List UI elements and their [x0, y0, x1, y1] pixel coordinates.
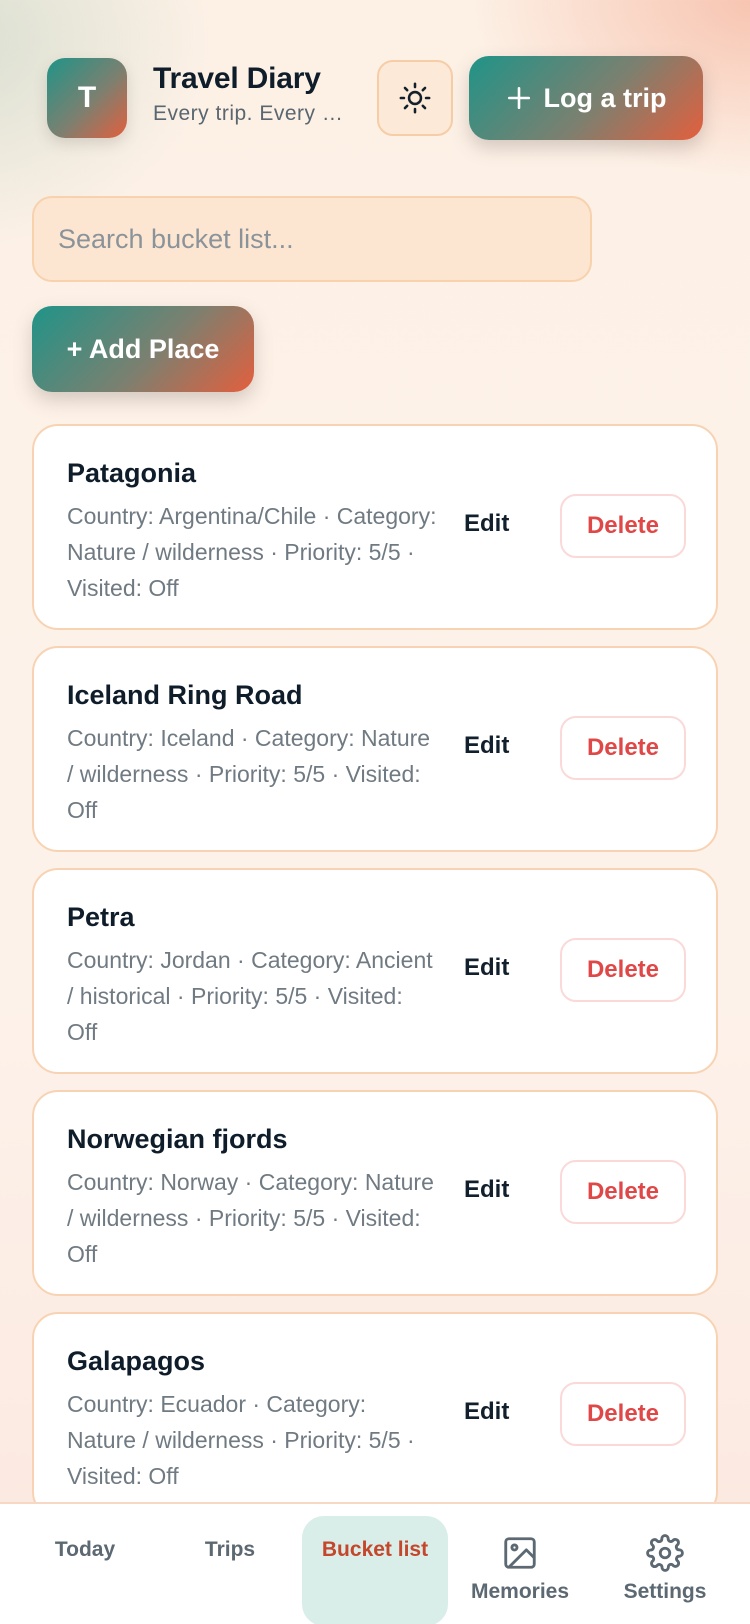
search-input[interactable]: [32, 196, 592, 282]
tab-bucket-list[interactable]: Bucket list: [302, 1516, 448, 1624]
place-meta: Country: Ecuador · Category: Nature / wi…: [67, 1391, 415, 1489]
log-trip-label: Log a trip: [543, 82, 667, 113]
place-meta: Country: Argentina/Chile · Category: Nat…: [67, 503, 437, 601]
delete-button[interactable]: Delete: [560, 494, 686, 558]
plus-icon: [507, 86, 530, 110]
place-name: Norwegian fjords: [67, 1124, 288, 1154]
list-item: Patagonia Country: Argentina/Chile · Cat…: [32, 424, 718, 630]
tab-trips[interactable]: Trips: [157, 1516, 303, 1624]
tab-settings-label: Settings: [623, 1580, 707, 1603]
edit-button[interactable]: Edit: [464, 732, 509, 760]
delete-button[interactable]: Delete: [560, 1382, 686, 1446]
bottom-nav: Today Trips Bucket list Memories Setting…: [0, 1502, 750, 1624]
tab-today[interactable]: Today: [12, 1516, 158, 1624]
log-trip-button[interactable]: Log a trip: [469, 56, 703, 140]
add-place-button[interactable]: + Add Place: [32, 306, 254, 392]
tab-settings[interactable]: Settings: [592, 1516, 738, 1624]
delete-button[interactable]: Delete: [560, 716, 686, 780]
image-icon: [504, 1537, 536, 1569]
place-name: Iceland Ring Road: [67, 680, 303, 710]
list-item: Iceland Ring Road Country: Iceland · Cat…: [32, 646, 718, 852]
tab-memories-label: Memories: [470, 1580, 570, 1603]
gear-icon: [646, 1534, 684, 1572]
app-title: Travel Diary: [153, 62, 321, 95]
edit-button[interactable]: Edit: [464, 510, 509, 538]
tab-today-label: Today: [54, 1538, 116, 1561]
app-subtitle: Every trip. Every moment.: [153, 102, 353, 125]
delete-button[interactable]: Delete: [560, 938, 686, 1002]
delete-button[interactable]: Delete: [560, 1160, 686, 1224]
app-header: T Travel Diary Every trip. Every moment.…: [47, 56, 726, 140]
tab-memories[interactable]: Memories: [447, 1516, 593, 1624]
edit-button[interactable]: Edit: [464, 1398, 509, 1426]
theme-toggle-button[interactable]: [377, 60, 453, 136]
place-meta: Country: Norway · Category: Nature / wil…: [67, 1169, 434, 1267]
sun-icon: [399, 82, 431, 114]
tab-bucket-list-label: Bucket list: [321, 1538, 429, 1561]
list-item: Norwegian fjords Country: Norway · Categ…: [32, 1090, 718, 1296]
place-meta: Country: Jordan · Category: Ancient / hi…: [67, 947, 433, 1045]
place-name: Galapagos: [67, 1346, 206, 1376]
place-meta: Country: Iceland · Category: Nature / wi…: [67, 725, 431, 823]
bucket-list: Patagonia Country: Argentina/Chile · Cat…: [32, 424, 718, 1534]
list-item: Galapagos Country: Ecuador · Category: N…: [32, 1312, 718, 1518]
place-name: Patagonia: [67, 458, 197, 488]
avatar[interactable]: T: [47, 58, 127, 138]
edit-button[interactable]: Edit: [464, 1176, 509, 1204]
tab-trips-label: Trips: [204, 1538, 256, 1561]
list-item: Petra Country: Jordan · Category: Ancien…: [32, 868, 718, 1074]
place-name: Petra: [67, 902, 135, 932]
title-block: Travel Diary Every trip. Every moment.: [153, 62, 363, 126]
edit-button[interactable]: Edit: [464, 954, 509, 982]
